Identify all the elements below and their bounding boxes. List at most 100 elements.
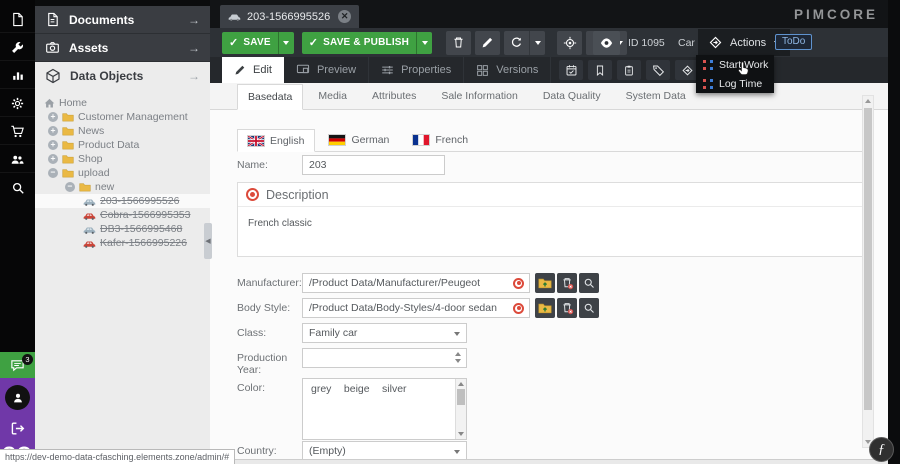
sidebar-section-data-objects[interactable]: Data Objects →: [35, 62, 210, 90]
rail-reports-button[interactable]: [0, 62, 35, 89]
rail-settings-button[interactable]: [0, 90, 35, 117]
collapse-minus-icon[interactable]: −: [48, 168, 58, 178]
sidebar-section-assets[interactable]: Assets →: [35, 34, 210, 62]
listbox-scrollbar[interactable]: [455, 379, 466, 439]
tab-data-quality[interactable]: Data Quality: [533, 83, 611, 109]
description-editor[interactable]: French classic: [238, 207, 871, 240]
color-option[interactable]: silver: [374, 383, 407, 395]
collapse-minus-icon[interactable]: −: [65, 182, 75, 192]
search-relation-button[interactable]: [579, 298, 599, 318]
notes-events-button[interactable]: [617, 60, 641, 80]
country-select-value: (Empty): [309, 445, 346, 457]
open-element-button[interactable]: [535, 298, 555, 318]
menu-item-log-time[interactable]: Log Time: [696, 74, 774, 93]
scroll-up-icon[interactable]: [458, 382, 464, 386]
tab-preview[interactable]: Preview: [284, 57, 369, 83]
manufacturer-input[interactable]: [302, 273, 530, 293]
tree-item-object[interactable]: Cobra-1566995353: [35, 208, 210, 222]
rename-button[interactable]: [475, 31, 500, 55]
expand-plus-icon[interactable]: +: [48, 140, 58, 150]
schedule-button[interactable]: [559, 60, 583, 80]
class-select[interactable]: Family car: [302, 323, 467, 343]
production-year-spinner[interactable]: [302, 348, 467, 368]
rail-tools-button[interactable]: [0, 34, 35, 61]
color-option[interactable]: grey: [303, 383, 331, 395]
tab-media[interactable]: Media: [308, 83, 357, 109]
tree-item-folder[interactable]: + Product Data: [35, 138, 210, 152]
preview-eye-button[interactable]: [593, 31, 620, 55]
spinner-arrows[interactable]: [455, 352, 461, 363]
color-multiselect[interactable]: grey beige silver: [302, 378, 467, 440]
tree-item-folder[interactable]: + News: [35, 124, 210, 138]
spin-up-icon[interactable]: [455, 352, 461, 356]
locate-in-tree-button[interactable]: [557, 31, 582, 55]
remove-relation-button[interactable]: [557, 298, 577, 318]
tree-item-folder[interactable]: + Customer Management: [35, 110, 210, 124]
tree-item-folder[interactable]: − new: [35, 180, 210, 194]
notifications-button[interactable]: 3: [0, 352, 35, 378]
expand-plus-icon[interactable]: +: [48, 126, 58, 136]
sidebar-section-documents[interactable]: Documents →: [35, 6, 210, 34]
expand-plus-icon[interactable]: +: [48, 154, 58, 164]
scrollbar-thumb[interactable]: [457, 389, 465, 405]
scroll-up-icon[interactable]: [865, 99, 871, 103]
tab-sale-information[interactable]: Sale Information: [431, 83, 527, 109]
open-object-tab[interactable]: 203-1566995526 ✕: [220, 5, 359, 28]
scroll-down-icon[interactable]: [458, 432, 464, 436]
bookmark-button[interactable]: [588, 60, 612, 80]
rail-search-button[interactable]: [0, 174, 35, 201]
save-dropdown-button[interactable]: [278, 32, 294, 54]
panel-collapse-handle[interactable]: ◀: [204, 223, 212, 259]
tab-properties[interactable]: Properties: [369, 57, 464, 83]
tab-versions[interactable]: Versions: [464, 57, 551, 83]
tree-item-object[interactable]: Kafer-1566995226: [35, 236, 210, 250]
tree-item-object-selected[interactable]: 203-1566995526: [35, 194, 210, 208]
lang-tab-french[interactable]: French: [403, 128, 478, 151]
expand-plus-icon[interactable]: +: [48, 112, 58, 122]
tree-item-object[interactable]: DB3-1566995468: [35, 222, 210, 236]
lang-tab-german[interactable]: German: [319, 128, 399, 151]
scrollbar-thumb[interactable]: [864, 108, 872, 410]
tab-system-data[interactable]: System Data: [616, 83, 696, 109]
reload-button[interactable]: [504, 31, 529, 55]
open-element-button[interactable]: [535, 273, 555, 293]
search-relation-button[interactable]: [579, 273, 599, 293]
body-style-input[interactable]: [302, 298, 530, 318]
tags-button[interactable]: [646, 60, 670, 80]
save-publish-dropdown-button[interactable]: [416, 32, 432, 54]
tree-item-folder[interactable]: − upload: [35, 166, 210, 180]
country-select[interactable]: (Empty): [302, 441, 467, 461]
save-publish-button[interactable]: ✓SAVE & PUBLISH: [302, 32, 416, 54]
tab-basedata[interactable]: Basedata: [237, 84, 303, 110]
save-button[interactable]: ✓SAVE: [222, 32, 278, 54]
tab-edit[interactable]: Edit: [222, 57, 284, 83]
reload-dropdown-button[interactable]: [529, 31, 545, 55]
field-label: Name:: [237, 155, 302, 171]
avatar[interactable]: [5, 385, 30, 410]
close-icon[interactable]: ✕: [338, 10, 351, 23]
rail-file-button[interactable]: [0, 6, 35, 33]
name-input[interactable]: [302, 155, 445, 175]
section-label: Data Objects: [70, 69, 143, 83]
delete-button[interactable]: [446, 31, 471, 55]
menu-item-start-work[interactable]: Start Work: [696, 55, 774, 74]
home-icon: [44, 98, 55, 108]
tab-attributes[interactable]: Attributes: [362, 83, 426, 109]
lang-tab-english[interactable]: English: [237, 129, 315, 152]
spin-down-icon[interactable]: [455, 359, 461, 363]
save-publish-split-button: ✓SAVE & PUBLISH: [302, 32, 432, 54]
rail-customers-button[interactable]: [0, 146, 35, 173]
color-row: Color: grey beige silver: [237, 378, 467, 440]
tree-item-home[interactable]: Home: [35, 96, 210, 110]
main-vertical-scrollbar[interactable]: [862, 95, 874, 448]
folder-up-icon: [538, 277, 552, 289]
basedata-form: English German French Name: Description …: [210, 110, 888, 464]
browser-status-tooltip: https://dev-demo-data-cfasching.elements…: [0, 449, 235, 464]
color-option[interactable]: beige: [336, 383, 370, 395]
logout-icon[interactable]: [9, 420, 26, 437]
remove-relation-button[interactable]: [557, 273, 577, 293]
sliders-icon: [381, 64, 394, 76]
diamond-arrow-icon: [681, 64, 694, 77]
tree-item-folder[interactable]: + Shop: [35, 152, 210, 166]
rail-shop-button[interactable]: [0, 118, 35, 145]
